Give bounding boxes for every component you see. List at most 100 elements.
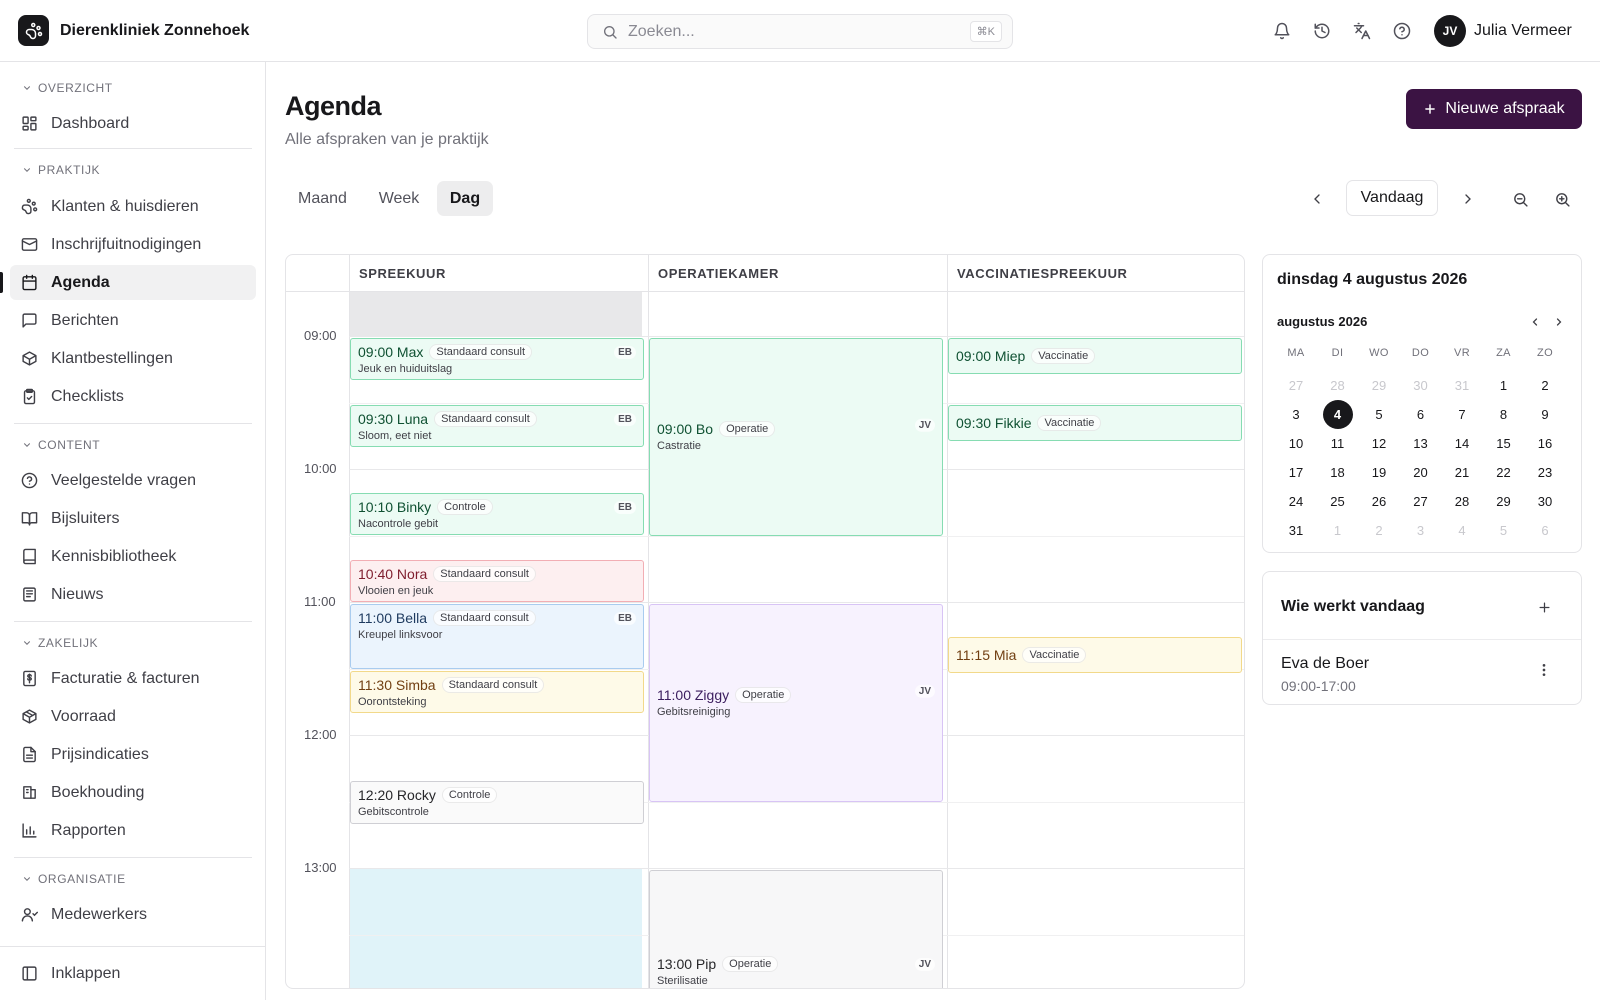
tab-week[interactable]: Week	[366, 181, 432, 216]
calendar-day-selected[interactable]: 4	[1322, 400, 1353, 429]
today-button[interactable]: Vandaag	[1346, 180, 1438, 216]
tab-dag[interactable]: Dag	[437, 181, 493, 216]
sidebar-item-dashboard[interactable]: Dashboard	[10, 106, 256, 141]
appointment-block[interactable]: 10:10 Binky Controle Nacontrole gebit EB	[350, 493, 644, 536]
sidebar-item-klanten[interactable]: Klanten & huisdieren	[10, 189, 256, 224]
calendar-day[interactable]: 24	[1281, 487, 1311, 516]
calendar-day[interactable]: 9	[1530, 400, 1560, 429]
next-day-button[interactable]	[1454, 185, 1482, 213]
sidebar-item-veelgestelde-vragen[interactable]: Veelgestelde vragen	[10, 463, 256, 498]
calendar-day[interactable]: 18	[1323, 458, 1353, 487]
calendar-day[interactable]: 14	[1447, 429, 1477, 458]
calendar-day[interactable]: 31	[1447, 371, 1477, 400]
grid-line	[349, 868, 1244, 869]
calendar-day[interactable]: 15	[1489, 429, 1519, 458]
appointment-block[interactable]: 09:00 Bo Operatie Castratie JV	[649, 338, 943, 536]
appointment-block[interactable]: 09:30 Luna Standaard consult Sloom, eet ni…	[350, 404, 644, 447]
calendar-day[interactable]: 16	[1530, 429, 1560, 458]
section-header-praktijk[interactable]: PRAKTIJK	[22, 163, 100, 177]
calendar-day[interactable]: 7	[1447, 400, 1477, 429]
history-icon[interactable]	[1312, 21, 1332, 41]
calendar-day[interactable]: 3	[1281, 400, 1311, 429]
brand[interactable]: Dierenkliniek Zonnehoek	[18, 15, 249, 46]
calendar-day[interactable]: 25	[1323, 487, 1353, 516]
calendar-day[interactable]: 29	[1364, 371, 1394, 400]
sidebar-item-checklists[interactable]: Checklists	[10, 379, 256, 414]
appointment-block[interactable]: 11:15 Mia Vaccinatie	[948, 637, 1242, 674]
calendar-day[interactable]: 17	[1281, 458, 1311, 487]
mini-next-month-button[interactable]	[1551, 314, 1567, 330]
bell-icon[interactable]	[1272, 21, 1292, 41]
sidebar-item-voorraad[interactable]: Voorraad	[10, 699, 256, 734]
sidebar-item-bijsluiters[interactable]: Bijsluiters	[10, 501, 256, 536]
calendar-day[interactable]: 27	[1406, 487, 1436, 516]
calendar-day[interactable]: 13	[1406, 429, 1436, 458]
sidebar-item-berichten[interactable]: Berichten	[10, 303, 256, 338]
sidebar-item-rapporten[interactable]: Rapporten	[10, 813, 256, 848]
appointment-block[interactable]: 09:00 Miep Vaccinatie	[948, 338, 1242, 374]
calendar-day[interactable]: 22	[1489, 458, 1519, 487]
calendar-day[interactable]: 1	[1489, 371, 1519, 400]
calendar-day[interactable]: 26	[1364, 487, 1394, 516]
new-appointment-button[interactable]: Nieuwe afspraak	[1406, 89, 1582, 129]
mini-prev-month-button[interactable]	[1527, 314, 1543, 330]
calendar-day[interactable]: 1	[1323, 516, 1353, 545]
calendar-day[interactable]: 12	[1364, 429, 1394, 458]
zoom-out-button[interactable]	[1506, 185, 1534, 213]
calendar-day[interactable]: 23	[1530, 458, 1560, 487]
calendar-day[interactable]: 27	[1281, 371, 1311, 400]
calendar-day[interactable]: 6	[1530, 516, 1560, 545]
appointment-block[interactable]: 12:20 Rocky Controle Gebitscontrole	[350, 781, 644, 824]
previous-day-button[interactable]	[1303, 185, 1331, 213]
help-icon[interactable]	[1392, 21, 1412, 41]
sidebar-item-medewerkers[interactable]: Medewerkers	[10, 897, 256, 932]
calendar-day[interactable]: 10	[1281, 429, 1311, 458]
staff-options-button[interactable]	[1535, 661, 1553, 679]
appointment-block[interactable]: 11:30 Simba Standaard consult Oorontstekin…	[350, 670, 644, 713]
calendar-day[interactable]: 8	[1489, 400, 1519, 429]
add-staff-button[interactable]	[1533, 596, 1555, 618]
appointment-block[interactable]: 10:40 Nora Standaard consult Vlooien en je…	[350, 559, 644, 602]
section-header-overzicht[interactable]: OVERZICHT	[22, 81, 113, 95]
section-header-content[interactable]: CONTENT	[22, 438, 100, 452]
calendar-day[interactable]: 20	[1406, 458, 1436, 487]
appointment-block[interactable]: 13:00 Pip Operatie Sterilisatie JV	[649, 870, 943, 988]
search-input[interactable]	[628, 22, 970, 41]
user-menu[interactable]: JV Julia Vermeer	[1434, 15, 1572, 47]
calendar-day[interactable]: 28	[1323, 371, 1353, 400]
search-bar[interactable]: ⌘K	[587, 14, 1013, 49]
calendar-day[interactable]: 28	[1447, 487, 1477, 516]
sidebar-item-nieuws[interactable]: Nieuws	[10, 577, 256, 612]
appointment-block[interactable]: 09:00 Max Standaard consult Jeuk en huidui…	[350, 338, 644, 381]
appointment-block[interactable]: 11:00 Ziggy Operatie Gebitsreiniging JV	[649, 604, 943, 802]
sidebar-item-inschrijfuitnodigingen[interactable]: Inschrijfuitnodigingen	[10, 227, 256, 262]
collapse-sidebar-button[interactable]: Inklappen	[10, 956, 256, 991]
calendar-day[interactable]: 4	[1447, 516, 1477, 545]
calendar-day[interactable]: 11	[1323, 429, 1353, 458]
calendar-day[interactable]: 29	[1489, 487, 1519, 516]
calendar-day[interactable]: 6	[1406, 400, 1436, 429]
calendar-day[interactable]: 2	[1530, 371, 1560, 400]
calendar-day[interactable]: 5	[1364, 400, 1394, 429]
sidebar-item-facturatie[interactable]: Facturatie & facturen	[10, 661, 256, 696]
translate-icon[interactable]	[1352, 21, 1372, 41]
section-header-zakelijk[interactable]: ZAKELIJK	[22, 636, 98, 650]
calendar-day[interactable]: 3	[1406, 516, 1436, 545]
zoom-in-button[interactable]	[1548, 185, 1576, 213]
sidebar-item-boekhouding[interactable]: Boekhouding	[10, 775, 256, 810]
sidebar-item-klantbestellingen[interactable]: Klantbestellingen	[10, 341, 256, 376]
section-header-organisatie[interactable]: ORGANISATIE	[22, 872, 126, 886]
calendar-day[interactable]: 19	[1364, 458, 1394, 487]
calendar-day[interactable]: 5	[1489, 516, 1519, 545]
calendar-day[interactable]: 21	[1447, 458, 1477, 487]
calendar-day[interactable]: 31	[1281, 516, 1311, 545]
calendar-day[interactable]: 30	[1406, 371, 1436, 400]
sidebar-item-kennisbibliotheek[interactable]: Kennisbibliotheek	[10, 539, 256, 574]
sidebar-item-prijsindicaties[interactable]: Prijsindicaties	[10, 737, 256, 772]
appointment-block[interactable]: 11:00 Bella Standaard consult Kreupel link…	[350, 604, 644, 669]
tab-maand[interactable]: Maand	[285, 181, 360, 216]
appointment-block[interactable]: 09:30 Fikkie Vaccinatie	[948, 404, 1242, 441]
calendar-day[interactable]: 30	[1530, 487, 1560, 516]
calendar-day[interactable]: 2	[1364, 516, 1394, 545]
sidebar-item-agenda[interactable]: Agenda	[0, 265, 256, 300]
